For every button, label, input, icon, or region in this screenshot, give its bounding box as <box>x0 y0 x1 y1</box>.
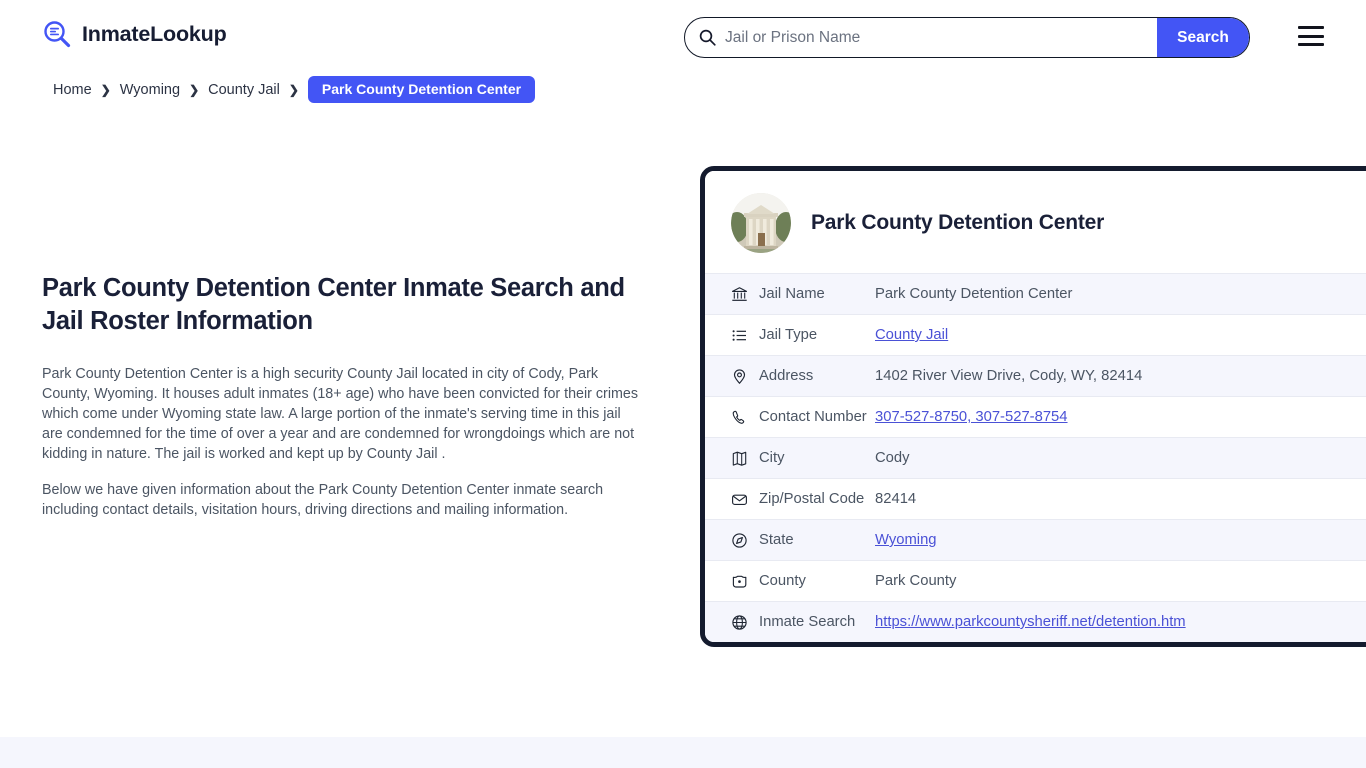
article-column: Park County Detention Center Inmate Sear… <box>42 272 640 520</box>
row-label: Address <box>759 368 814 384</box>
phone-icon <box>731 409 748 426</box>
row-label: Jail Type <box>759 327 818 343</box>
row-value[interactable]: 307-527-8750, 307-527-8754 <box>875 409 1068 425</box>
brand-logo-link[interactable]: InmateLookup <box>42 19 227 49</box>
table-row: Zip/Postal Code 82414 <box>705 478 1366 519</box>
table-row: Jail Name Park County Detention Center <box>705 273 1366 314</box>
row-value-link[interactable]: https://www.parkcountysheriff.net/detent… <box>875 614 1186 630</box>
jail-info-card: Park County Detention Center Jail Name Pa… <box>700 166 1366 647</box>
row-label: Jail Name <box>759 286 825 302</box>
courthouse-building-photo <box>731 193 791 253</box>
breadcrumb-item-2[interactable]: County Jail <box>208 82 280 98</box>
jail-info-table: Jail Name Park County Detention Center Jai… <box>705 273 1366 642</box>
envelope-icon <box>731 491 748 508</box>
row-label: County <box>759 573 806 589</box>
row-value-link[interactable]: County Jail <box>875 327 948 343</box>
globe-icon <box>731 614 748 631</box>
map-pin-icon <box>731 368 748 385</box>
row-value-link[interactable]: Wyoming <box>875 532 937 548</box>
jail-card-title: Park County Detention Center <box>811 211 1105 234</box>
table-row: Address 1402 River View Drive, Cody, WY, … <box>705 355 1366 396</box>
row-value-link[interactable]: 307-527-8750, 307-527-8754 <box>875 409 1068 425</box>
row-value[interactable]: County Jail <box>875 327 948 343</box>
bottom-band <box>0 737 1366 768</box>
bank-building-icon <box>731 286 748 303</box>
magnifier-list-logo-icon <box>42 19 72 49</box>
row-value: 82414 <box>875 491 917 507</box>
hamburger-bar <box>1298 26 1324 29</box>
search-bar[interactable]: Search <box>684 17 1250 58</box>
brand-name: InmateLookup <box>82 21 227 46</box>
description-paragraph-2: Below we have given information about th… <box>42 482 604 518</box>
map-icon <box>731 450 748 467</box>
table-row: County Park County <box>705 560 1366 601</box>
breadcrumb-item-0[interactable]: Home <box>53 82 92 98</box>
description-paragraph-1: Park County Detention Center is a high s… <box>42 366 639 462</box>
search-icon <box>699 29 716 46</box>
row-value[interactable]: Wyoming <box>875 532 937 548</box>
breadcrumb: Home ❯ Wyoming ❯ County Jail ❯ Park County Det… <box>53 76 536 103</box>
search-button[interactable]: Search <box>1157 18 1249 57</box>
hamburger-bar <box>1298 43 1324 46</box>
row-label: State <box>759 532 794 548</box>
row-label: City <box>759 450 785 466</box>
row-label: Contact Number <box>759 409 867 425</box>
breadcrumb-item-1[interactable]: Wyoming <box>120 82 180 98</box>
hamburger-menu-icon[interactable] <box>1298 26 1324 46</box>
row-value[interactable]: https://www.parkcountysheriff.net/detent… <box>875 614 1186 630</box>
breadcrumb-item-3: Park County Detention Center <box>307 76 536 103</box>
page-title: Park County Detention Center Inmate Sear… <box>42 274 625 335</box>
list-icon <box>731 327 748 344</box>
search-input[interactable] <box>716 18 1157 57</box>
table-row: Contact Number 307-527-8750, 307-527-8754 <box>705 396 1366 437</box>
hamburger-bar <box>1298 34 1324 38</box>
row-label: Inmate Search <box>759 614 856 630</box>
row-label: Zip/Postal Code <box>759 491 865 507</box>
breadcrumb-separator-icon: ❯ <box>100 82 111 97</box>
table-row: Jail Type County Jail <box>705 314 1366 355</box>
county-shield-icon <box>731 573 748 590</box>
row-value: Park County Detention Center <box>875 286 1073 302</box>
row-value: Park County <box>875 573 957 589</box>
table-row: State Wyoming <box>705 519 1366 560</box>
row-value: 1402 River View Drive, Cody, WY, 82414 <box>875 368 1143 384</box>
table-row: City Cody <box>705 437 1366 478</box>
jail-info-card-header: Park County Detention Center <box>705 171 1366 273</box>
breadcrumb-separator-icon: ❯ <box>189 82 200 97</box>
table-row: Inmate Search https://www.parkcountysheri… <box>705 601 1366 642</box>
row-value: Cody <box>875 450 910 466</box>
globe-compass-icon <box>731 532 748 549</box>
breadcrumb-separator-icon: ❯ <box>288 82 299 97</box>
site-header: InmateLookup Search <box>0 0 1366 74</box>
